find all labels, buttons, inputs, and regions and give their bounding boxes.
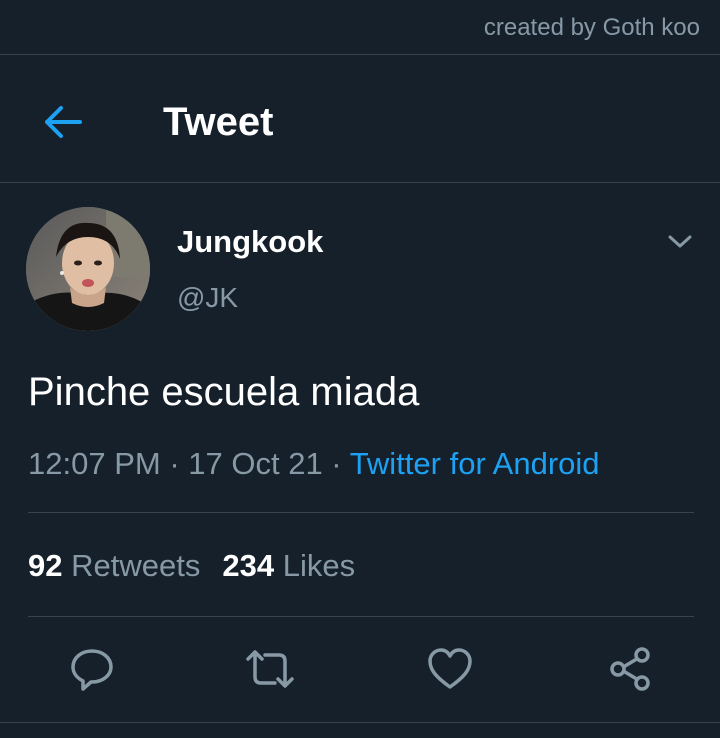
like-heart-icon xyxy=(428,648,472,689)
like-button[interactable] xyxy=(424,643,476,695)
retweets-stat[interactable]: 92 Retweets xyxy=(28,548,200,583)
stats-divider xyxy=(28,616,694,617)
reply-icon xyxy=(71,649,113,691)
likes-label: Likes xyxy=(282,548,356,583)
more-options-button[interactable] xyxy=(662,224,698,260)
page-title: Tweet xyxy=(163,100,274,144)
header-divider xyxy=(0,182,720,183)
avatar-image xyxy=(26,207,150,331)
share-button[interactable] xyxy=(604,643,656,695)
tweet-text: Pinche escuela miada xyxy=(28,370,420,414)
chevron-down-icon xyxy=(668,235,692,248)
meta-separator: · xyxy=(322,446,350,481)
retweets-label: Retweets xyxy=(71,548,201,583)
display-name[interactable]: Jungkook xyxy=(177,224,323,260)
tweet-time: 12:07 PM xyxy=(28,446,161,481)
back-button[interactable] xyxy=(38,98,86,146)
watermark: created by Goth koo xyxy=(483,14,700,41)
tweet-meta: 12:07 PM · 17 Oct 21 · Twitter for Andro… xyxy=(28,444,600,484)
top-divider xyxy=(0,54,720,55)
meta-separator: · xyxy=(160,446,189,481)
retweet-icon xyxy=(246,650,294,688)
share-icon xyxy=(610,647,650,691)
user-handle[interactable]: @JK xyxy=(177,280,238,316)
retweet-button[interactable] xyxy=(244,643,296,695)
tweet-date: 17 Oct 21 xyxy=(188,446,323,481)
avatar[interactable] xyxy=(26,207,150,331)
likes-count: 234 xyxy=(222,548,275,583)
retweets-count: 92 xyxy=(28,548,63,583)
likes-stat[interactable]: 234 Likes xyxy=(222,548,355,583)
tweet-source-link[interactable]: Twitter for Android xyxy=(350,446,600,481)
reply-button[interactable] xyxy=(66,643,118,695)
tweet-stats: 92 Retweets 234 Likes xyxy=(28,546,355,586)
arrow-left-icon xyxy=(45,106,82,138)
bottom-divider xyxy=(0,722,720,723)
meta-divider xyxy=(28,512,694,513)
